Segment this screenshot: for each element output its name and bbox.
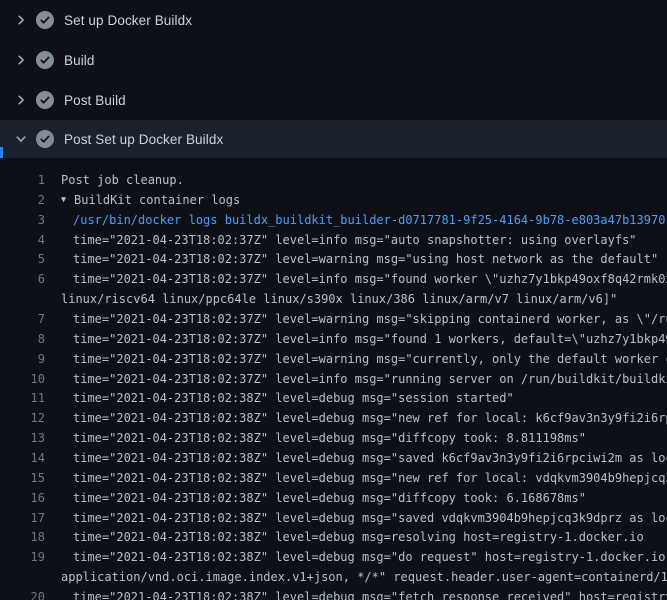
log-line: 7 time="2021-04-23T18:02:37Z" level=warni…: [0, 310, 667, 330]
step-header-post-build[interactable]: Post Build: [0, 80, 667, 120]
line-number[interactable]: 18: [0, 528, 45, 548]
check-circle-icon: [36, 130, 54, 148]
log-line-wrap: application/vnd.oci.image.index.v1+json,…: [0, 568, 667, 588]
log-line: 16 time="2021-04-23T18:02:38Z" level=debu…: [0, 489, 667, 509]
log-text: application/vnd.oci.image.index.v1+json,…: [61, 568, 667, 588]
log-text: time="2021-04-23T18:02:38Z" level=debug …: [73, 509, 667, 529]
log-line: 11 time="2021-04-23T18:02:38Z" level=debu…: [0, 389, 667, 409]
line-number[interactable]: 20: [0, 588, 45, 600]
log-text: time="2021-04-23T18:02:37Z" level=warnin…: [73, 310, 667, 330]
log-line: 5 time="2021-04-23T18:02:37Z" level=warni…: [0, 250, 667, 270]
line-number[interactable]: 4: [0, 231, 45, 251]
line-number[interactable]: 14: [0, 449, 45, 469]
log-text: time="2021-04-23T18:02:38Z" level=debug …: [73, 548, 667, 568]
log-text: time="2021-04-23T18:02:38Z" level=debug …: [73, 389, 514, 409]
line-number[interactable]: 13: [0, 429, 45, 449]
chevron-down-icon: [13, 131, 29, 147]
log-line: 2 ▼BuildKit container logs: [0, 191, 667, 211]
log-line: 8 time="2021-04-23T18:02:37Z" level=info …: [0, 330, 667, 350]
line-number[interactable]: 1: [0, 171, 45, 191]
log-line: 13 time="2021-04-23T18:02:38Z" level=debu…: [0, 429, 667, 449]
log-line: 17 time="2021-04-23T18:02:38Z" level=debu…: [0, 509, 667, 529]
group-title: BuildKit container logs: [74, 193, 240, 207]
line-number: [0, 568, 45, 588]
log-text: time="2021-04-23T18:02:37Z" level=info m…: [73, 231, 637, 251]
log-line: 14 time="2021-04-23T18:02:38Z" level=debu…: [0, 449, 667, 469]
focus-indicator: [0, 147, 3, 158]
line-number[interactable]: 11: [0, 389, 45, 409]
step-header-set-up-docker-buildx[interactable]: Set up Docker Buildx: [0, 0, 667, 40]
log-line: 4 time="2021-04-23T18:02:37Z" level=info …: [0, 231, 667, 251]
log-line: 20 time="2021-04-23T18:02:38Z" level=debu…: [0, 588, 667, 600]
line-number[interactable]: 8: [0, 330, 45, 350]
log-text: time="2021-04-23T18:02:38Z" level=debug …: [73, 528, 644, 548]
check-circle-icon: [36, 91, 54, 109]
actions-log-viewer: Set up Docker Buildx Build Post Build Post …: [0, 0, 667, 600]
line-number[interactable]: 17: [0, 509, 45, 529]
line-number: [0, 290, 45, 310]
step-title: Post Build: [64, 93, 126, 108]
log-line: 6 time="2021-04-23T18:02:37Z" level=info …: [0, 270, 667, 290]
line-number[interactable]: 5: [0, 250, 45, 270]
log-pane[interactable]: 1 Post job cleanup. 2 ▼BuildKit container l…: [0, 158, 667, 600]
log-text: time="2021-04-23T18:02:38Z" level=debug …: [73, 489, 586, 509]
log-text: time="2021-04-23T18:02:37Z" level=info m…: [73, 370, 667, 390]
log-text: time="2021-04-23T18:02:38Z" level=debug …: [73, 409, 667, 429]
line-number[interactable]: 2: [0, 191, 45, 211]
group-collapse-icon[interactable]: ▼: [61, 191, 74, 210]
log-line: 18 time="2021-04-23T18:02:38Z" level=debu…: [0, 528, 667, 548]
log-text: time="2021-04-23T18:02:37Z" level=warnin…: [73, 350, 667, 370]
line-number[interactable]: 3: [0, 211, 45, 231]
chevron-right-icon: [13, 52, 29, 68]
line-number[interactable]: 16: [0, 489, 45, 509]
log-line-wrap: linux/riscv64 linux/ppc64le linux/s390x …: [0, 290, 667, 310]
log-text: time="2021-04-23T18:02:37Z" level=warnin…: [73, 250, 658, 270]
log-text: Post job cleanup.: [61, 171, 184, 191]
log-line: 3/usr/bin/docker logs buildx_buildkit_bu…: [0, 211, 667, 231]
log-group-header: ▼BuildKit container logs: [61, 191, 240, 211]
step-title: Post Set up Docker Buildx: [64, 132, 223, 147]
log-line: 9 time="2021-04-23T18:02:37Z" level=warni…: [0, 350, 667, 370]
log-text: time="2021-04-23T18:02:38Z" level=debug …: [73, 449, 667, 469]
log-line: 1 Post job cleanup.: [0, 171, 667, 191]
step-title: Set up Docker Buildx: [64, 13, 192, 28]
log-text: time="2021-04-23T18:02:37Z" level=info m…: [73, 270, 667, 290]
log-text: time="2021-04-23T18:02:38Z" level=debug …: [73, 429, 586, 449]
log-text: time="2021-04-23T18:02:38Z" level=debug …: [73, 588, 667, 600]
log-text: time="2021-04-23T18:02:37Z" level=info m…: [73, 330, 667, 350]
chevron-right-icon: [13, 12, 29, 28]
line-number[interactable]: 15: [0, 469, 45, 489]
check-circle-icon: [36, 51, 54, 69]
step-header-post-set-up-docker-buildx[interactable]: Post Set up Docker Buildx: [0, 120, 667, 158]
log-line: 15 time="2021-04-23T18:02:38Z" level=debu…: [0, 469, 667, 489]
line-number[interactable]: 12: [0, 409, 45, 429]
log-line: 12 time="2021-04-23T18:02:38Z" level=debu…: [0, 409, 667, 429]
log-line: 19 time="2021-04-23T18:02:38Z" level=debu…: [0, 548, 667, 568]
log-line: 10 time="2021-04-23T18:02:37Z" level=info…: [0, 370, 667, 390]
line-number[interactable]: 10: [0, 370, 45, 390]
line-number[interactable]: 6: [0, 270, 45, 290]
step-title: Build: [64, 53, 95, 68]
step-header-build[interactable]: Build: [0, 40, 667, 80]
chevron-right-icon: [13, 92, 29, 108]
step-list: Set up Docker Buildx Build Post Build Post …: [0, 0, 667, 158]
log-text: linux/riscv64 linux/ppc64le linux/s390x …: [61, 290, 617, 310]
log-text: time="2021-04-23T18:02:38Z" level=debug …: [73, 469, 667, 489]
line-number[interactable]: 9: [0, 350, 45, 370]
line-number[interactable]: 7: [0, 310, 45, 330]
line-number[interactable]: 19: [0, 548, 45, 568]
log-command-text: /usr/bin/docker logs buildx_buildkit_bui…: [73, 211, 665, 231]
check-circle-icon: [36, 11, 54, 29]
